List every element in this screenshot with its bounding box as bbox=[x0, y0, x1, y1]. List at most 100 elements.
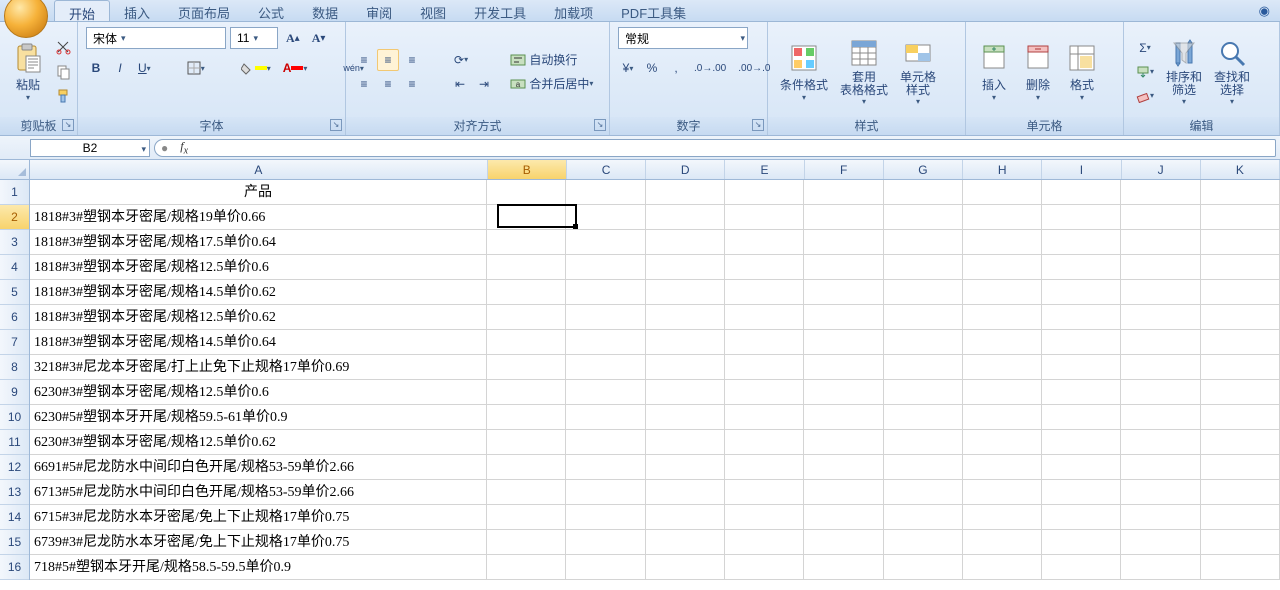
cell-J13[interactable] bbox=[1121, 480, 1200, 504]
col-header-D[interactable]: D bbox=[646, 160, 725, 179]
cell-C9[interactable] bbox=[566, 380, 645, 404]
cell-D1[interactable] bbox=[646, 180, 725, 204]
cell-F11[interactable] bbox=[804, 430, 883, 454]
cell-K1[interactable] bbox=[1201, 180, 1280, 204]
cell-C13[interactable] bbox=[566, 480, 645, 504]
align-center-button[interactable]: ≡ bbox=[377, 73, 399, 95]
cell-H6[interactable] bbox=[963, 305, 1042, 329]
cell-H15[interactable] bbox=[963, 530, 1042, 554]
formula-bar[interactable]: ● fx bbox=[154, 139, 1276, 157]
cell-H11[interactable] bbox=[963, 430, 1042, 454]
cell-J12[interactable] bbox=[1121, 455, 1200, 479]
row-header-3[interactable]: 3 bbox=[0, 230, 29, 255]
cell-K10[interactable] bbox=[1201, 405, 1280, 429]
name-box[interactable]: B2▾ bbox=[30, 139, 150, 157]
cell-F6[interactable] bbox=[804, 305, 883, 329]
cell-D2[interactable] bbox=[646, 205, 725, 229]
cell-C7[interactable] bbox=[566, 330, 645, 354]
cell-B4[interactable] bbox=[487, 255, 566, 279]
cell-D8[interactable] bbox=[646, 355, 725, 379]
cell-I5[interactable] bbox=[1042, 280, 1121, 304]
cell-D7[interactable] bbox=[646, 330, 725, 354]
cell-B15[interactable] bbox=[487, 530, 566, 554]
tab-页面布局[interactable]: 页面布局 bbox=[164, 0, 244, 21]
row-header-5[interactable]: 5 bbox=[0, 280, 29, 305]
tab-开发工具[interactable]: 开发工具 bbox=[460, 0, 540, 21]
cell-C11[interactable] bbox=[566, 430, 645, 454]
row-header-12[interactable]: 12 bbox=[0, 455, 29, 480]
font-color-button[interactable]: A▾ bbox=[278, 57, 313, 79]
col-header-E[interactable]: E bbox=[725, 160, 804, 179]
align-right-button[interactable]: ≡ bbox=[401, 73, 423, 95]
cell-F14[interactable] bbox=[804, 505, 883, 529]
align-left-button[interactable]: ≡ bbox=[353, 73, 375, 95]
cell-J8[interactable] bbox=[1121, 355, 1200, 379]
indent-dec-button[interactable]: ⇤ bbox=[449, 73, 471, 95]
cell-E12[interactable] bbox=[725, 455, 804, 479]
shrink-font-button[interactable]: A▾ bbox=[307, 27, 331, 49]
cell-E5[interactable] bbox=[725, 280, 804, 304]
cell-B11[interactable] bbox=[487, 430, 566, 454]
cell-F5[interactable] bbox=[804, 280, 883, 304]
tab-视图[interactable]: 视图 bbox=[406, 0, 460, 21]
col-header-G[interactable]: G bbox=[884, 160, 963, 179]
insert-cells-button[interactable]: 插入▾ bbox=[972, 40, 1016, 104]
cell-C6[interactable] bbox=[566, 305, 645, 329]
grow-font-button[interactable]: A▴ bbox=[281, 27, 305, 49]
cell-B13[interactable] bbox=[487, 480, 566, 504]
align-bottom-button[interactable]: ≡ bbox=[401, 49, 423, 71]
italic-button[interactable]: I bbox=[109, 57, 131, 79]
col-header-F[interactable]: F bbox=[805, 160, 884, 179]
tab-PDF工具集[interactable]: PDF工具集 bbox=[607, 0, 700, 21]
cell-A7[interactable]: 1818#3#塑钢本牙密尾/规格14.5单价0.64 bbox=[30, 330, 487, 354]
tab-公式[interactable]: 公式 bbox=[244, 0, 298, 21]
cell-I11[interactable] bbox=[1042, 430, 1121, 454]
row-header-4[interactable]: 4 bbox=[0, 255, 29, 280]
cells-area[interactable]: 产品1818#3#塑钢本牙密尾/规格19单价0.661818#3#塑钢本牙密尾/… bbox=[30, 180, 1280, 590]
cell-A9[interactable]: 6230#3#塑钢本牙密尾/规格12.5单价0.6 bbox=[30, 380, 487, 404]
row-header-10[interactable]: 10 bbox=[0, 405, 29, 430]
column-headers[interactable]: ABCDEFGHIJK bbox=[30, 160, 1280, 180]
inc-decimal-button[interactable]: .0→.00 bbox=[689, 57, 731, 79]
col-header-J[interactable]: J bbox=[1122, 160, 1201, 179]
cell-I13[interactable] bbox=[1042, 480, 1121, 504]
dialog-launcher[interactable]: ↘ bbox=[330, 119, 342, 131]
cell-C2[interactable] bbox=[566, 205, 645, 229]
cell-E1[interactable] bbox=[725, 180, 804, 204]
indent-inc-button[interactable]: ⇥ bbox=[473, 73, 495, 95]
cell-K11[interactable] bbox=[1201, 430, 1280, 454]
cell-B5[interactable] bbox=[487, 280, 566, 304]
row-header-11[interactable]: 11 bbox=[0, 430, 29, 455]
cell-J2[interactable] bbox=[1121, 205, 1200, 229]
cell-D5[interactable] bbox=[646, 280, 725, 304]
row-header-15[interactable]: 15 bbox=[0, 530, 29, 555]
fx-icon[interactable]: fx bbox=[174, 139, 194, 156]
cell-H10[interactable] bbox=[963, 405, 1042, 429]
cell-J11[interactable] bbox=[1121, 430, 1200, 454]
row-headers[interactable]: 12345678910111213141516 bbox=[0, 180, 30, 580]
cell-C8[interactable] bbox=[566, 355, 645, 379]
cell-J6[interactable] bbox=[1121, 305, 1200, 329]
cell-I1[interactable] bbox=[1042, 180, 1121, 204]
cell-K12[interactable] bbox=[1201, 455, 1280, 479]
percent-button[interactable]: % bbox=[641, 57, 663, 79]
dialog-launcher[interactable]: ↘ bbox=[62, 119, 74, 131]
wrap-text-button[interactable]: 自动换行 bbox=[505, 49, 615, 71]
cell-A15[interactable]: 6739#3#尼龙防水本牙密尾/免上下止规格17单价0.75 bbox=[30, 530, 487, 554]
cell-E15[interactable] bbox=[725, 530, 804, 554]
comma-button[interactable]: , bbox=[665, 57, 687, 79]
row-header-1[interactable]: 1 bbox=[0, 180, 29, 205]
cell-E11[interactable] bbox=[725, 430, 804, 454]
row-header-8[interactable]: 8 bbox=[0, 355, 29, 380]
cell-B6[interactable] bbox=[487, 305, 566, 329]
font-name-combo[interactable]: 宋体▾ bbox=[86, 27, 226, 49]
tab-数据[interactable]: 数据 bbox=[298, 0, 352, 21]
cell-I16[interactable] bbox=[1042, 555, 1121, 579]
cell-G1[interactable] bbox=[884, 180, 963, 204]
cell-H13[interactable] bbox=[963, 480, 1042, 504]
cell-H14[interactable] bbox=[963, 505, 1042, 529]
cell-A16[interactable]: 718#5#塑钢本牙开尾/规格58.5-59.5单价0.9 bbox=[30, 555, 487, 579]
cell-F1[interactable] bbox=[804, 180, 883, 204]
cell-B3[interactable] bbox=[487, 230, 566, 254]
cell-D12[interactable] bbox=[646, 455, 725, 479]
